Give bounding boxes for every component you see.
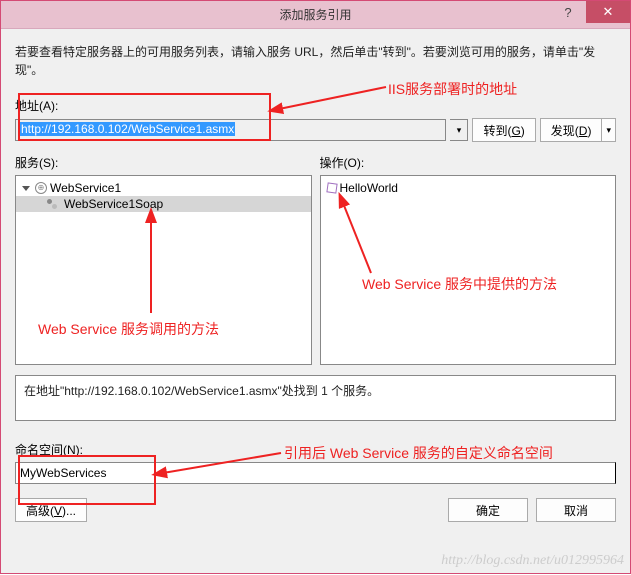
- advanced-button[interactable]: 高级(V)...: [15, 498, 87, 522]
- status-text: 在地址"http://192.168.0.102/WebService1.asm…: [24, 384, 379, 398]
- endpoint-icon: [47, 199, 61, 209]
- operation-label: HelloWorld: [340, 181, 398, 195]
- dialog-title: 添加服务引用: [279, 6, 351, 23]
- cancel-button[interactable]: 取消: [536, 498, 616, 522]
- tree-root-label: WebService1: [50, 181, 121, 195]
- namespace-input[interactable]: [15, 462, 616, 484]
- operations-column: 操作(O): HelloWorld: [320, 154, 617, 365]
- titlebar[interactable]: 添加服务引用 ? ✕: [1, 1, 630, 29]
- go-button[interactable]: 转到(G): [472, 118, 535, 142]
- discover-split-button: 发现(D) ▾: [540, 118, 616, 142]
- operations-listbox[interactable]: HelloWorld: [320, 175, 617, 365]
- operation-item[interactable]: HelloWorld: [321, 180, 616, 196]
- operations-label: 操作(O):: [320, 154, 617, 171]
- address-row: http://192.168.0.102/WebService1.asmx ▾ …: [15, 118, 616, 142]
- globe-icon: ⊕: [35, 182, 47, 194]
- instruction-text: 若要查看特定服务器上的可用服务列表，请输入服务 URL，然后单击"转到"。若要浏…: [15, 43, 616, 79]
- watermark: http://blog.csdn.net/u012995964: [441, 553, 624, 569]
- dialog-content: 若要查看特定服务器上的可用服务列表，请输入服务 URL，然后单击"转到"。若要浏…: [1, 29, 630, 534]
- tree-item-label: WebService1Soap: [64, 197, 163, 211]
- ok-button[interactable]: 确定: [448, 498, 528, 522]
- address-label: 地址(A):: [15, 97, 616, 114]
- address-dropdown-arrow[interactable]: ▾: [450, 119, 468, 141]
- address-value: http://192.168.0.102/WebService1.asmx: [20, 122, 235, 136]
- expand-icon[interactable]: [22, 186, 30, 191]
- help-button[interactable]: ?: [550, 1, 586, 23]
- columns: 服务(S): ⊕ WebService1 WebService1Soap 操作(…: [15, 154, 616, 365]
- address-input[interactable]: http://192.168.0.102/WebService1.asmx: [15, 119, 446, 141]
- services-label: 服务(S):: [15, 154, 312, 171]
- tree-root[interactable]: ⊕ WebService1: [16, 180, 311, 196]
- close-button[interactable]: ✕: [586, 1, 630, 23]
- discover-button[interactable]: 发现(D): [540, 118, 603, 142]
- namespace-label: 命名空间(N):: [15, 441, 616, 458]
- dialog-window: 添加服务引用 ? ✕ 若要查看特定服务器上的可用服务列表，请输入服务 URL，然…: [0, 0, 631, 574]
- window-controls: ? ✕: [550, 1, 630, 23]
- tree-item[interactable]: WebService1Soap: [16, 196, 311, 212]
- method-icon: [326, 182, 337, 193]
- services-column: 服务(S): ⊕ WebService1 WebService1Soap: [15, 154, 312, 365]
- status-box: 在地址"http://192.168.0.102/WebService1.asm…: [15, 375, 616, 421]
- discover-dropdown[interactable]: ▾: [602, 118, 616, 142]
- footer: 高级(V)... 确定 取消: [15, 498, 616, 522]
- services-listbox[interactable]: ⊕ WebService1 WebService1Soap: [15, 175, 312, 365]
